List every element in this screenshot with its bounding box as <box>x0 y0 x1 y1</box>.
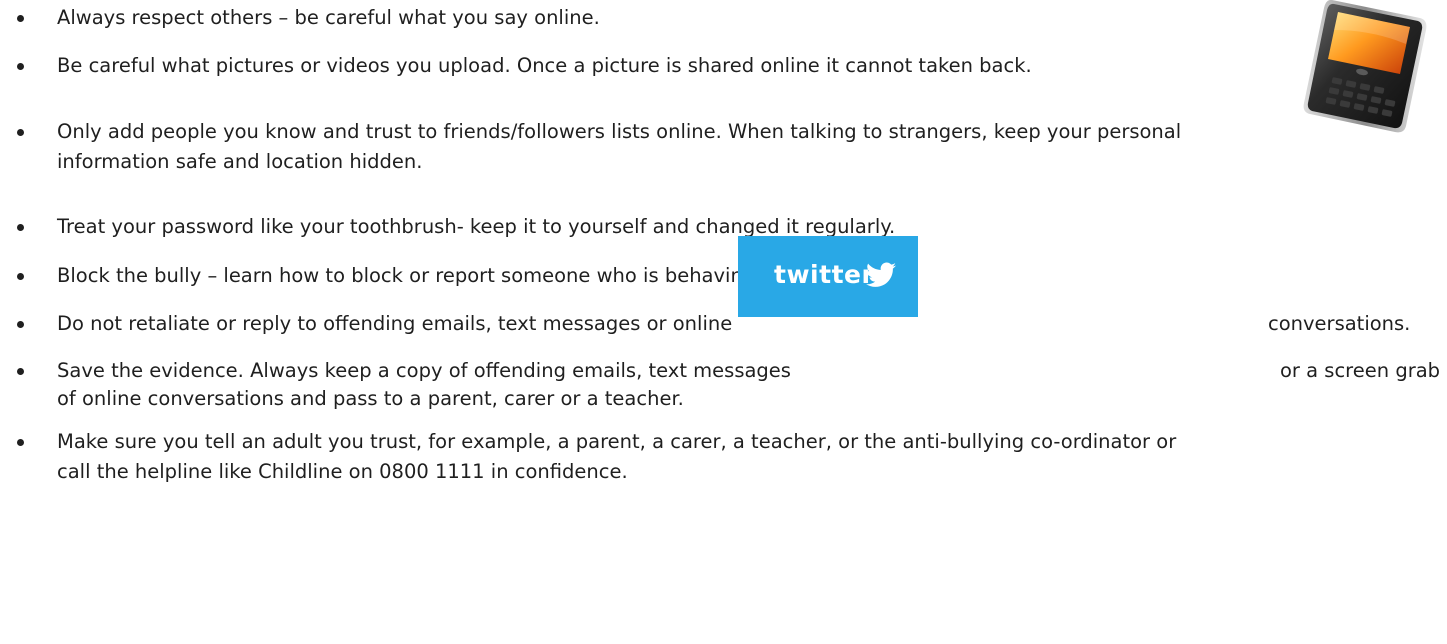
bullet-icon <box>17 129 24 136</box>
bullet-icon <box>17 273 24 280</box>
bullet-icon <box>17 63 24 70</box>
list-item-text-left: Save the evidence. Always keep a copy of… <box>57 359 791 382</box>
smartphone-icon <box>1303 0 1427 133</box>
list-item-text-right: or a screen grab <box>1280 359 1441 382</box>
twitter-logo: twitter <box>738 236 918 317</box>
list-item-text-line-2: of online conversations and pass to a pa… <box>57 387 684 410</box>
twitter-bird-icon <box>866 262 896 287</box>
list-item-text-line-2: call the helpline like Childline on 0800… <box>57 460 628 483</box>
list-item-text: Be careful what pictures or videos you u… <box>57 54 1032 77</box>
bullet-icon <box>17 321 24 328</box>
list-item-text-line-1: Make sure you tell an adult you trust, f… <box>57 430 1177 453</box>
document-page: Always respect others – be careful what … <box>0 0 1447 644</box>
bullet-icon <box>17 15 24 22</box>
list-item-text-line-2: information safe and location hidden. <box>57 150 423 173</box>
twitter-wordmark: twitter <box>774 260 875 289</box>
list-item-text-line-1: Only add people you know and trust to fr… <box>57 120 1182 143</box>
list-item-text-right: conversations. <box>1268 312 1411 335</box>
bullet-icon <box>17 439 24 446</box>
list-item-text: Always respect others – be careful what … <box>57 6 600 29</box>
bullet-icon <box>17 224 24 231</box>
bullet-icon <box>17 368 24 375</box>
